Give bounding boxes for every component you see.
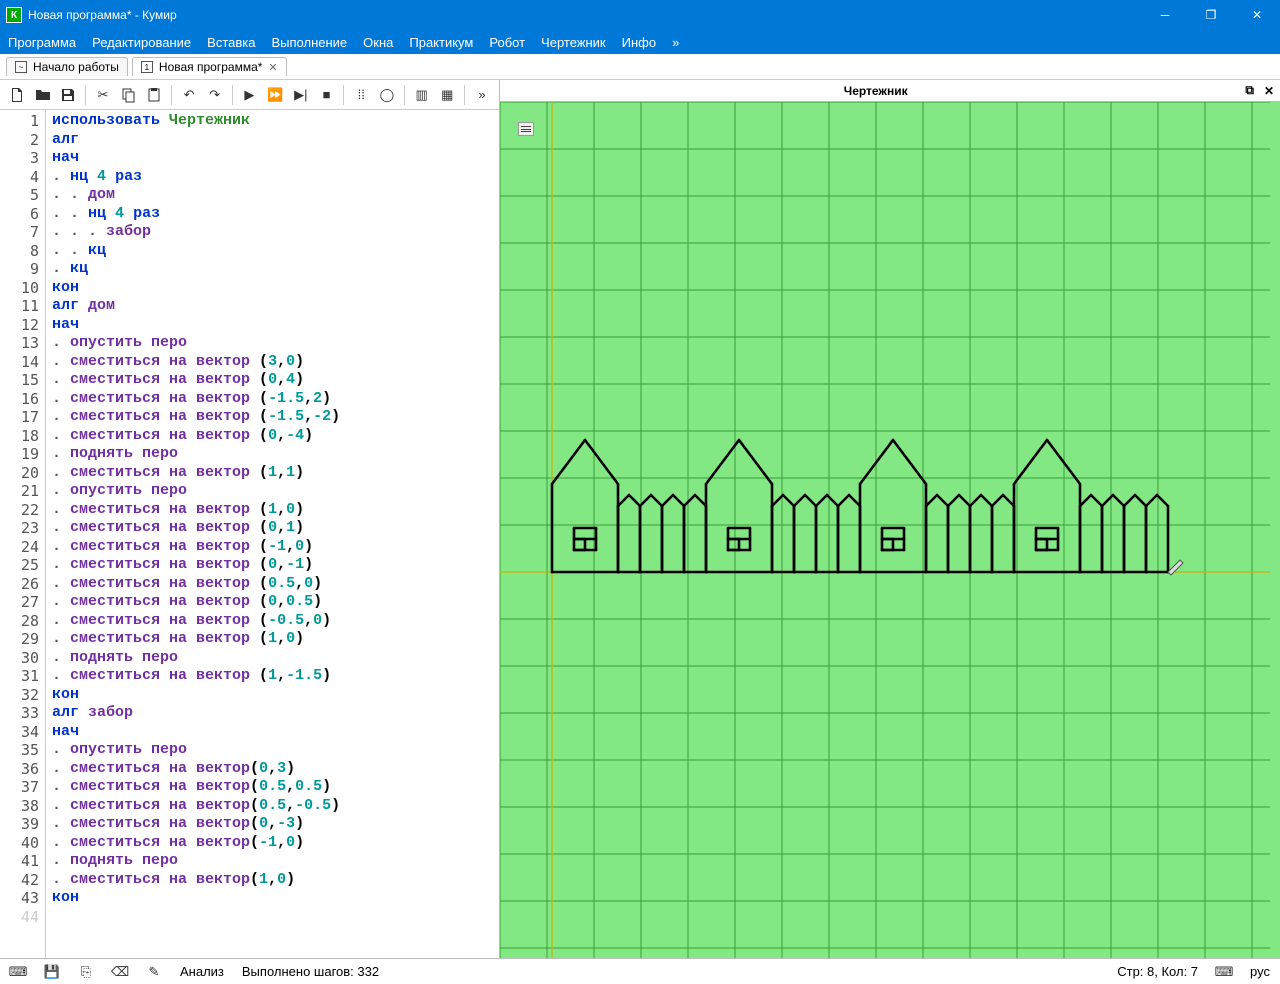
pane-close-icon[interactable]: ✕ (1264, 84, 1274, 98)
document-tabs: ~ Начало работы 1 Новая программа* ✕ (0, 54, 1280, 80)
open-file-icon[interactable] (32, 84, 54, 106)
status-analysis: Анализ (180, 964, 224, 979)
status-icon-1[interactable]: ⌨ (10, 964, 26, 980)
tab-start[interactable]: ~ Начало работы (6, 57, 128, 76)
tool2-icon[interactable]: ◯ (376, 84, 398, 106)
pane-detach-icon[interactable]: ⧉ (1245, 83, 1254, 98)
code-area[interactable]: использовать Чертежникалгнач. нц 4 раз. … (46, 110, 499, 958)
pane-title: Чертежник (506, 84, 1245, 98)
menu-item[interactable]: Чертежник (541, 35, 606, 50)
tab-close-icon[interactable]: ✕ (268, 61, 277, 74)
status-cursor: Стр: 8, Кол: 7 (1117, 964, 1198, 979)
grid1-icon[interactable]: ▥ (411, 84, 433, 106)
maximize-button[interactable]: ❐ (1188, 0, 1234, 30)
save-file-icon[interactable] (57, 84, 79, 106)
status-lang: рус (1250, 964, 1270, 979)
menu-item[interactable]: Окна (363, 35, 393, 50)
menu-item[interactable]: Инфо (622, 35, 656, 50)
menu-item[interactable]: Выполнение (271, 35, 347, 50)
status-icon-2[interactable]: 💾 (44, 964, 60, 980)
menu-bar: Программа Редактирование Вставка Выполнение… (0, 30, 1280, 54)
step-icon[interactable]: ▶| (290, 84, 312, 106)
cut-icon[interactable]: ✂ (92, 84, 114, 106)
drawer-pane: Чертежник ⧉ ✕ (500, 80, 1280, 958)
tab-icon: ~ (15, 61, 27, 73)
window-title: Новая программа* - Кумир (28, 8, 1142, 22)
menu-item[interactable]: Вставка (207, 35, 255, 50)
close-button[interactable]: ✕ (1234, 0, 1280, 30)
stop-icon[interactable]: ■ (316, 84, 338, 106)
code-editor[interactable]: 1234567891011121314151617181920212223242… (0, 110, 499, 958)
new-file-icon[interactable] (6, 84, 28, 106)
tool1-icon[interactable]: ⁞⁞ (350, 84, 372, 106)
tab-label: Новая программа* (159, 60, 263, 74)
canvas-menu-icon[interactable] (518, 122, 534, 136)
run-fast-icon[interactable]: ⏩ (264, 84, 286, 106)
menu-item[interactable]: Робот (489, 35, 525, 50)
copy-icon[interactable] (118, 84, 140, 106)
tab-program[interactable]: 1 Новая программа* ✕ (132, 57, 287, 76)
status-icon-4[interactable]: ⌫ (112, 964, 128, 980)
title-bar: К Новая программа* - Кумир ─ ❐ ✕ (0, 0, 1280, 30)
status-icon-3[interactable]: ⎘ (78, 964, 94, 980)
more-icon[interactable]: » (471, 84, 493, 106)
tab-icon: 1 (141, 61, 153, 73)
kb-layout-icon[interactable]: ⌨ (1216, 964, 1232, 980)
redo-icon[interactable]: ↷ (204, 84, 226, 106)
menu-item[interactable]: » (672, 35, 679, 50)
pane-header: Чертежник ⧉ ✕ (500, 80, 1280, 102)
menu-item[interactable]: Программа (8, 35, 76, 50)
tab-label: Начало работы (33, 60, 119, 74)
status-bar: ⌨ 💾 ⎘ ⌫ ✎ Анализ Выполнено шагов: 332 Ст… (0, 958, 1280, 984)
drawer-canvas[interactable] (500, 102, 1280, 958)
paste-icon[interactable] (144, 84, 166, 106)
grid2-icon[interactable]: ▦ (436, 84, 458, 106)
run-icon[interactable]: ▶ (239, 84, 261, 106)
line-gutter: 1234567891011121314151617181920212223242… (0, 110, 46, 958)
status-steps: Выполнено шагов: 332 (242, 964, 379, 979)
editor-pane: ✂ ↶ ↷ ▶ ⏩ ▶| ■ ⁞⁞ ◯ ▥ ▦ » 12345678910111… (0, 80, 500, 958)
undo-icon[interactable]: ↶ (178, 84, 200, 106)
menu-item[interactable]: Редактирование (92, 35, 191, 50)
minimize-button[interactable]: ─ (1142, 0, 1188, 30)
workspace: ✂ ↶ ↷ ▶ ⏩ ▶| ■ ⁞⁞ ◯ ▥ ▦ » 12345678910111… (0, 80, 1280, 958)
status-icon-5[interactable]: ✎ (146, 964, 162, 980)
editor-toolbar: ✂ ↶ ↷ ▶ ⏩ ▶| ■ ⁞⁞ ◯ ▥ ▦ » (0, 80, 499, 110)
menu-item[interactable]: Практикум (409, 35, 473, 50)
app-icon: К (6, 7, 22, 23)
drawing-svg (500, 102, 1270, 958)
